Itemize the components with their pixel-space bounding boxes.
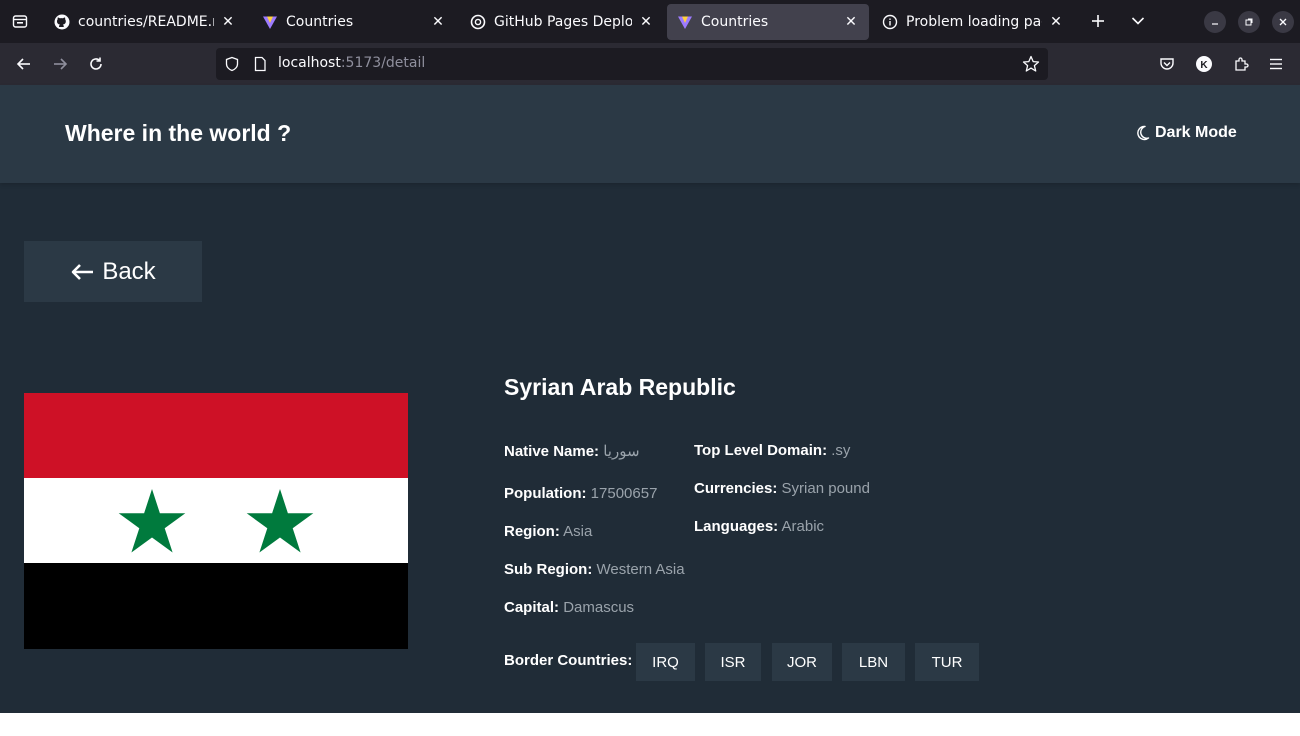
field-value: Damascus bbox=[563, 599, 635, 616]
country-name: Syrian Arab Republic bbox=[504, 374, 736, 400]
field-label: Native Name: bbox=[504, 443, 600, 460]
tab-title: Problem loading page bbox=[906, 14, 1042, 30]
field-label: Currencies: bbox=[694, 480, 778, 497]
hamburger-menu-icon[interactable] bbox=[1264, 52, 1288, 76]
bookmark-star-icon[interactable] bbox=[1022, 55, 1040, 73]
close-icon[interactable]: ✕ bbox=[430, 14, 446, 30]
close-icon[interactable]: ✕ bbox=[1048, 14, 1064, 30]
capital-field: Capital: Damascus bbox=[504, 599, 634, 616]
minimize-icon[interactable] bbox=[1204, 11, 1226, 33]
field-label: Region: bbox=[504, 523, 560, 540]
url-host: localhost bbox=[278, 55, 341, 71]
close-icon[interactable]: ✕ bbox=[843, 14, 859, 30]
field-value: سوريا bbox=[603, 443, 640, 460]
restore-icon[interactable] bbox=[1238, 11, 1260, 33]
field-value: 17500657 bbox=[590, 485, 658, 502]
dark-mode-toggle[interactable]: Dark Mode bbox=[1136, 124, 1237, 142]
field-label: Languages: bbox=[694, 518, 779, 535]
vite-icon bbox=[677, 14, 693, 30]
tab-title: Countries bbox=[701, 14, 769, 30]
flag-red-band bbox=[24, 393, 408, 479]
github-icon bbox=[54, 14, 70, 30]
shield-icon[interactable] bbox=[224, 56, 240, 72]
new-tab-icon[interactable] bbox=[1087, 10, 1109, 32]
reload-icon[interactable] bbox=[84, 52, 108, 76]
forward-arrow-icon[interactable] bbox=[48, 52, 72, 76]
flag-white-band bbox=[24, 478, 408, 564]
browser-nav-bar: localhost:5173/detail K bbox=[0, 43, 1300, 85]
account-avatar-icon[interactable]: K bbox=[1192, 52, 1216, 76]
close-window-icon[interactable] bbox=[1272, 11, 1294, 33]
field-label: Sub Region: bbox=[504, 561, 593, 578]
vite-icon bbox=[262, 14, 278, 30]
tab-countries-active[interactable]: Countries ✕ bbox=[667, 4, 869, 40]
tab-title: countries/README.md bbox=[78, 14, 214, 30]
back-label: Back bbox=[102, 257, 156, 285]
close-icon[interactable]: ✕ bbox=[638, 14, 654, 30]
population-field: Population: 17500657 bbox=[504, 485, 657, 502]
field-value: Western Asia bbox=[596, 561, 685, 578]
url-path: :5173/detail bbox=[340, 55, 426, 71]
tld-field: Top Level Domain: .sy bbox=[694, 442, 850, 459]
tab-github-pages[interactable]: GitHub Pages Deployment ✕ bbox=[460, 4, 664, 40]
region-field: Region: Asia bbox=[504, 523, 592, 540]
dark-mode-label: Dark Mode bbox=[1155, 124, 1237, 141]
info-icon bbox=[882, 14, 898, 30]
app-title: Where in the world ? bbox=[65, 120, 292, 146]
border-countries-label: Border Countries: bbox=[504, 652, 633, 669]
app-header: Where in the world ? Dark Mode bbox=[0, 85, 1300, 183]
field-label: Population: bbox=[504, 485, 587, 502]
svg-text:K: K bbox=[1200, 60, 1208, 71]
chevron-down-icon[interactable] bbox=[1127, 10, 1149, 32]
close-icon[interactable]: ✕ bbox=[220, 14, 236, 30]
border-country-button[interactable]: LBN bbox=[842, 643, 905, 681]
border-country-button[interactable]: ISR bbox=[705, 643, 761, 681]
field-value: Asia bbox=[563, 523, 593, 540]
border-country-button[interactable]: TUR bbox=[915, 643, 979, 681]
openai-icon bbox=[470, 14, 486, 30]
arrow-left-icon bbox=[70, 263, 94, 281]
moon-icon bbox=[1137, 125, 1150, 141]
firefox-view-icon[interactable] bbox=[8, 9, 32, 33]
border-country-button[interactable]: IRQ bbox=[636, 643, 695, 681]
pocket-icon[interactable] bbox=[1155, 52, 1179, 76]
border-country-button[interactable]: JOR bbox=[772, 643, 832, 681]
field-label: Top Level Domain: bbox=[694, 442, 828, 459]
country-flag bbox=[24, 393, 408, 649]
page-content: Where in the world ? Dark Mode Back Syri… bbox=[0, 85, 1300, 713]
extensions-icon[interactable] bbox=[1229, 52, 1253, 76]
page-icon[interactable] bbox=[252, 56, 268, 72]
tab-problem-loading[interactable]: Problem loading page ✕ bbox=[872, 4, 1074, 40]
field-label: Capital: bbox=[504, 599, 560, 616]
languages-field: Languages: Arabic bbox=[694, 518, 824, 535]
field-value: .sy bbox=[831, 442, 851, 459]
tab-readme[interactable]: countries/README.md ✕ bbox=[44, 4, 246, 40]
subregion-field: Sub Region: Western Asia bbox=[504, 561, 685, 578]
browser-tab-strip: countries/README.md ✕ Countries ✕ GitHub… bbox=[0, 0, 1300, 43]
flag-black-band bbox=[24, 563, 408, 649]
field-value: Arabic bbox=[781, 518, 825, 535]
back-button[interactable]: Back bbox=[24, 241, 202, 302]
native-name-field: Native Name: سوريا bbox=[504, 442, 640, 460]
url-text: localhost:5173/detail bbox=[278, 55, 425, 71]
tab-title: Countries bbox=[286, 14, 354, 30]
field-value: Syrian pound bbox=[781, 480, 870, 497]
tab-title: GitHub Pages Deployment bbox=[494, 14, 632, 30]
currencies-field: Currencies: Syrian pound bbox=[694, 480, 870, 497]
back-arrow-icon[interactable] bbox=[12, 52, 36, 76]
tab-countries[interactable]: Countries ✕ bbox=[252, 4, 456, 40]
address-bar[interactable]: localhost:5173/detail bbox=[216, 48, 1048, 80]
